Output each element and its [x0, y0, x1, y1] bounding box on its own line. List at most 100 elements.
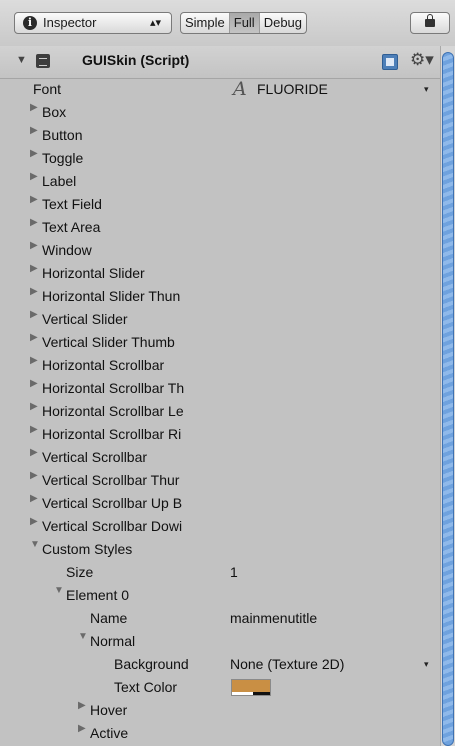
property-row-custom-styles[interactable]: ▼ Custom Styles — [0, 538, 440, 561]
mode-simple-button[interactable]: Simple — [181, 13, 230, 33]
property-row-hover[interactable]: ▶ Hover — [0, 699, 440, 722]
property-row-horizontal-scrollbar[interactable]: ▶ Horizontal Scrollbar — [0, 354, 440, 377]
property-row-text-field[interactable]: ▶ Text Field — [0, 193, 440, 216]
style-label: Horizontal Scrollbar Le — [42, 403, 184, 419]
info-icon: i — [23, 16, 37, 30]
collapsed-arrow-icon[interactable]: ▶ — [30, 516, 38, 527]
collapsed-arrow-icon[interactable]: ▶ — [30, 194, 38, 205]
collapsed-arrow-icon[interactable]: ▶ — [30, 332, 38, 343]
property-row-horizontal-slider-thumb[interactable]: ▶ Horizontal Slider Thun — [0, 285, 440, 308]
collapsed-arrow-icon[interactable]: ▶ — [30, 424, 38, 435]
collapsed-arrow-icon[interactable]: ▶ — [30, 493, 38, 504]
foldout-open-icon[interactable]: ▼ — [16, 54, 27, 66]
lock-icon — [425, 14, 435, 27]
style-label: Horizontal Scrollbar Th — [42, 380, 185, 396]
style-label: Label — [42, 173, 77, 189]
property-row-horizontal-slider[interactable]: ▶ Horizontal Slider — [0, 262, 440, 285]
inspector-toolbar: i Inspector ▴▾ Simple Full Debug — [0, 0, 455, 47]
collapsed-arrow-icon[interactable]: ▶ — [30, 263, 38, 274]
font-value[interactable]: FLUORIDE — [257, 78, 328, 101]
property-row-label[interactable]: ▶ Label — [0, 170, 440, 193]
style-label: Box — [42, 104, 67, 120]
collapsed-arrow-icon[interactable]: ▶ — [30, 378, 38, 389]
property-row-name[interactable]: Name mainmenutitle — [0, 607, 440, 630]
collapsed-arrow-icon[interactable]: ▶ — [30, 102, 38, 113]
property-row-horizontal-scrollbar-left[interactable]: ▶ Horizontal Scrollbar Le — [0, 400, 440, 423]
property-row-size[interactable]: Size 1 — [0, 561, 440, 584]
style-label: Horizontal Scrollbar Ri — [42, 426, 182, 442]
collapsed-arrow-icon[interactable]: ▶ — [30, 240, 38, 251]
help-icon[interactable] — [382, 54, 398, 70]
property-row-vertical-slider[interactable]: ▶ Vertical Slider — [0, 308, 440, 331]
gear-icon[interactable]: ⚙▾ — [410, 50, 434, 70]
property-row-toggle[interactable]: ▶ Toggle — [0, 147, 440, 170]
expanded-arrow-icon[interactable]: ▼ — [54, 585, 64, 596]
collapsed-arrow-icon[interactable]: ▶ — [30, 148, 38, 159]
inspector-window: i Inspector ▴▾ Simple Full Debug ▼ GUISk… — [0, 0, 455, 746]
property-row-vertical-scrollbar-down-button[interactable]: ▶ Vertical Scrollbar Dowi — [0, 515, 440, 538]
collapsed-arrow-icon[interactable]: ▶ — [30, 309, 38, 320]
property-row-font[interactable]: Font A FLUORIDE ▾ — [0, 78, 440, 101]
collapsed-arrow-icon[interactable]: ▶ — [78, 700, 86, 711]
property-row-text-color[interactable]: Text Color — [0, 676, 440, 699]
collapsed-arrow-icon[interactable]: ▶ — [30, 355, 38, 366]
mode-full-button[interactable]: Full — [229, 13, 260, 33]
property-row-background[interactable]: Background None (Texture 2D) ▾ — [0, 653, 440, 676]
property-row-button[interactable]: ▶ Button — [0, 124, 440, 147]
property-row-text-area[interactable]: ▶ Text Area — [0, 216, 440, 239]
style-label: Vertical Slider Thumb — [42, 334, 175, 350]
hover-label: Hover — [90, 702, 128, 718]
property-row-vertical-scrollbar-thumb[interactable]: ▶ Vertical Scrollbar Thur — [0, 469, 440, 492]
mode-debug-button[interactable]: Debug — [260, 13, 306, 33]
property-row-vertical-scrollbar[interactable]: ▶ Vertical Scrollbar — [0, 446, 440, 469]
style-label: Text Field — [42, 196, 102, 212]
collapsed-arrow-icon[interactable]: ▶ — [30, 447, 38, 458]
property-row-active[interactable]: ▶ Active — [0, 722, 440, 745]
property-row-element-0[interactable]: ▼ Element 0 — [0, 584, 440, 607]
collapsed-arrow-icon[interactable]: ▶ — [30, 286, 38, 297]
property-row-window[interactable]: ▶ Window — [0, 239, 440, 262]
property-row-horizontal-scrollbar-right[interactable]: ▶ Horizontal Scrollbar Ri — [0, 423, 440, 446]
vertical-scrollbar[interactable] — [440, 46, 455, 746]
style-label: Horizontal Slider — [42, 265, 145, 281]
script-icon — [36, 54, 50, 68]
text-color-swatch[interactable] — [231, 679, 271, 696]
expanded-arrow-icon[interactable]: ▼ — [78, 631, 88, 642]
style-label: Window — [42, 242, 92, 258]
name-label: Name — [90, 610, 128, 626]
custom-styles-label: Custom Styles — [42, 541, 133, 557]
expanded-arrow-icon[interactable]: ▼ — [30, 539, 40, 550]
collapsed-arrow-icon[interactable]: ▶ — [30, 125, 38, 136]
style-label: Button — [42, 127, 83, 143]
collapsed-arrow-icon[interactable]: ▶ — [30, 217, 38, 228]
collapsed-arrow-icon[interactable]: ▶ — [30, 171, 38, 182]
property-row-horizontal-scrollbar-thumb[interactable]: ▶ Horizontal Scrollbar Th — [0, 377, 440, 400]
up-down-arrows-icon: ▴▾ — [149, 17, 161, 29]
style-label: Vertical Slider — [42, 311, 128, 327]
element-label: Element 0 — [66, 587, 130, 603]
font-dropdown-arrow-icon[interactable]: ▾ — [424, 78, 429, 101]
lock-button[interactable] — [410, 12, 450, 34]
component-header[interactable]: ▼ GUISkin (Script) ⚙▾ — [0, 46, 440, 79]
collapsed-arrow-icon[interactable]: ▶ — [30, 470, 38, 481]
background-dropdown-arrow-icon[interactable]: ▾ — [424, 653, 429, 676]
style-label: Vertical Scrollbar Dowi — [42, 518, 183, 534]
text-color-label: Text Color — [114, 679, 178, 695]
component-title: GUISkin (Script) — [82, 52, 190, 68]
property-row-normal[interactable]: ▼ Normal — [0, 630, 440, 653]
property-row-vertical-scrollbar-up-button[interactable]: ▶ Vertical Scrollbar Up B — [0, 492, 440, 515]
property-row-box[interactable]: ▶ Box — [0, 101, 440, 124]
background-value-field[interactable]: None (Texture 2D) — [230, 653, 344, 676]
font-label: Font — [33, 81, 62, 97]
collapsed-arrow-icon[interactable]: ▶ — [30, 401, 38, 412]
scrollbar-thumb[interactable] — [442, 52, 454, 746]
property-row-vertical-slider-thumb[interactable]: ▶ Vertical Slider Thumb — [0, 331, 440, 354]
size-value-field[interactable]: 1 — [230, 561, 238, 584]
collapsed-arrow-icon[interactable]: ▶ — [78, 723, 86, 734]
style-label: Horizontal Slider Thun — [42, 288, 181, 304]
size-label: Size — [66, 564, 94, 580]
active-label: Active — [90, 725, 129, 741]
style-label: Vertical Scrollbar Up B — [42, 495, 183, 511]
name-value-field[interactable]: mainmenutitle — [230, 607, 317, 630]
inspector-dropdown[interactable]: i Inspector ▴▾ — [14, 12, 172, 34]
